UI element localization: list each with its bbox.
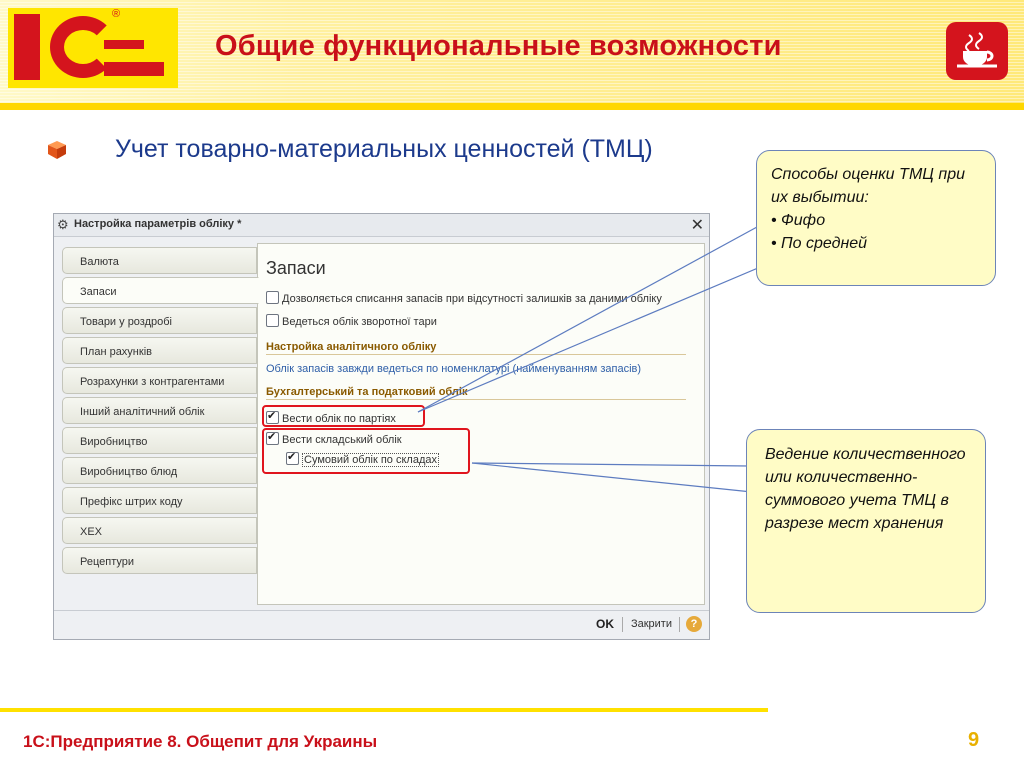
callout-storage-accounting: Ведение количественного или количественн… (746, 429, 986, 613)
footer-text: 1С:Предприятие 8. Общепит для Украины (23, 732, 378, 751)
callout-storage-text: Ведение количественного или количественн… (765, 446, 966, 532)
callout-connectors (417, 226, 766, 493)
callout-valuation-methods: Способы оценки ТМЦ при их выбытии: • Фиф… (756, 150, 996, 286)
callout-item-fifo: • Фифо (771, 212, 826, 229)
tab-stocks[interactable]: Запаси (62, 277, 259, 304)
page-number: 9 (968, 729, 980, 751)
callout-item-average: • По средней (771, 235, 868, 252)
callout-valuation-heading: Способы оценки ТМЦ при их выбытии: (771, 166, 965, 206)
footer-divider (0, 708, 768, 712)
